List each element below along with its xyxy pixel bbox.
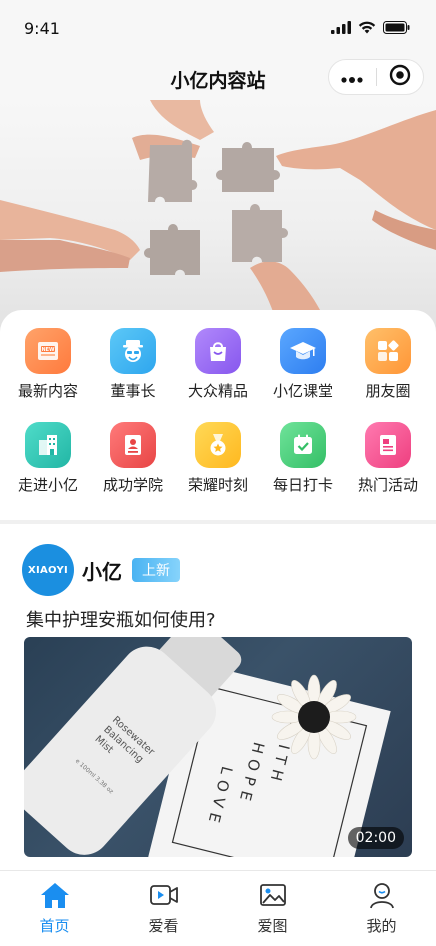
menu-card: NEW 最新内容 董事长 大众精品 小亿课堂 朋友圈 走进小亿 成功学院 荣耀时… [0,310,436,522]
banner-image[interactable] [0,100,436,332]
menu-label: 热门活动 [357,476,418,494]
menu-label: 朋友圈 [365,382,411,400]
status-time: 9:41 [24,19,60,38]
author-row: XIAOYI 小亿 上新 [22,544,180,596]
user-icon [366,879,398,911]
image-icon [257,879,289,911]
new-icon: NEW [25,328,71,374]
chairman-icon [110,328,156,374]
tab-label: 爱看 [148,917,179,935]
menu-label: 董事长 [110,382,156,400]
tab-watch[interactable]: 爱看 [109,871,218,946]
product-image: FAITH HOPE LOVE Rosewater Balancing Mist… [24,637,391,857]
more-button[interactable] [329,60,376,94]
post-video[interactable]: FAITH HOPE LOVE Rosewater Balancing Mist… [24,637,412,857]
target-circle-icon [389,64,411,90]
battery-icon [383,19,410,38]
menu-item-latest[interactable]: NEW 最新内容 [6,328,91,404]
menu-label: 小亿课堂 [272,382,333,400]
section-divider [0,520,436,524]
menu-item-checkin[interactable]: 每日打卡 [261,422,346,498]
menu-item-classroom[interactable]: 小亿课堂 [261,328,346,404]
menu-label: 荣耀时刻 [187,476,248,494]
menu-item-glory[interactable]: 荣耀时刻 [176,422,261,498]
menu-label: 每日打卡 [272,476,333,494]
status-bar: 9:41 [0,0,436,58]
tab-me[interactable]: 我的 [327,871,436,946]
close-button[interactable] [376,60,423,94]
post-title[interactable]: 集中护理安瓶如何使用? [26,606,216,632]
shopping-bag-icon [195,328,241,374]
mini-program-capsule [328,59,424,95]
avatar[interactable]: XIAOYI [22,544,74,596]
puzzle-hands-image [0,100,436,332]
menu-grid: NEW 最新内容 董事长 大众精品 小亿课堂 朋友圈 走进小亿 成功学院 荣耀时… [0,328,436,498]
wifi-icon [358,19,376,38]
calendar-check-icon [280,422,326,468]
medal-icon [195,422,241,468]
signal-icon [331,19,351,38]
tab-bar: 首页 爱看 爱图 我的 [0,870,436,946]
grid-apps-icon [365,328,411,374]
more-dots-icon [341,68,363,87]
menu-label: 大众精品 [187,382,248,400]
menu-label: 成功学院 [102,476,163,494]
tab-label: 爱图 [257,917,288,935]
document-icon [365,422,411,468]
menu-label: 最新内容 [17,382,78,400]
home-icon [39,879,71,911]
menu-item-mass-selection[interactable]: 大众精品 [176,328,261,404]
menu-item-about[interactable]: 走进小亿 [6,422,91,498]
nav-bar: 小亿内容站 [0,58,436,100]
menu-item-chairman[interactable]: 董事长 [91,328,176,404]
tab-label: 首页 [39,917,70,935]
author-name[interactable]: 小亿 [82,556,122,585]
tab-label: 我的 [366,917,397,935]
building-icon [25,422,71,468]
menu-item-events[interactable]: 热门活动 [346,422,431,498]
menu-label: 走进小亿 [17,476,78,494]
video-icon [148,879,180,911]
menu-item-moments[interactable]: 朋友圈 [346,328,431,404]
new-badge-text: NEW [41,347,55,353]
tab-home[interactable]: 首页 [0,871,109,946]
id-card-icon [110,422,156,468]
graduation-cap-icon [280,328,326,374]
status-icons [331,19,410,38]
status-badge: 上新 [132,558,180,582]
video-duration: 02:00 [347,827,404,849]
menu-item-academy[interactable]: 成功学院 [91,422,176,498]
tab-pictures[interactable]: 爱图 [218,871,327,946]
